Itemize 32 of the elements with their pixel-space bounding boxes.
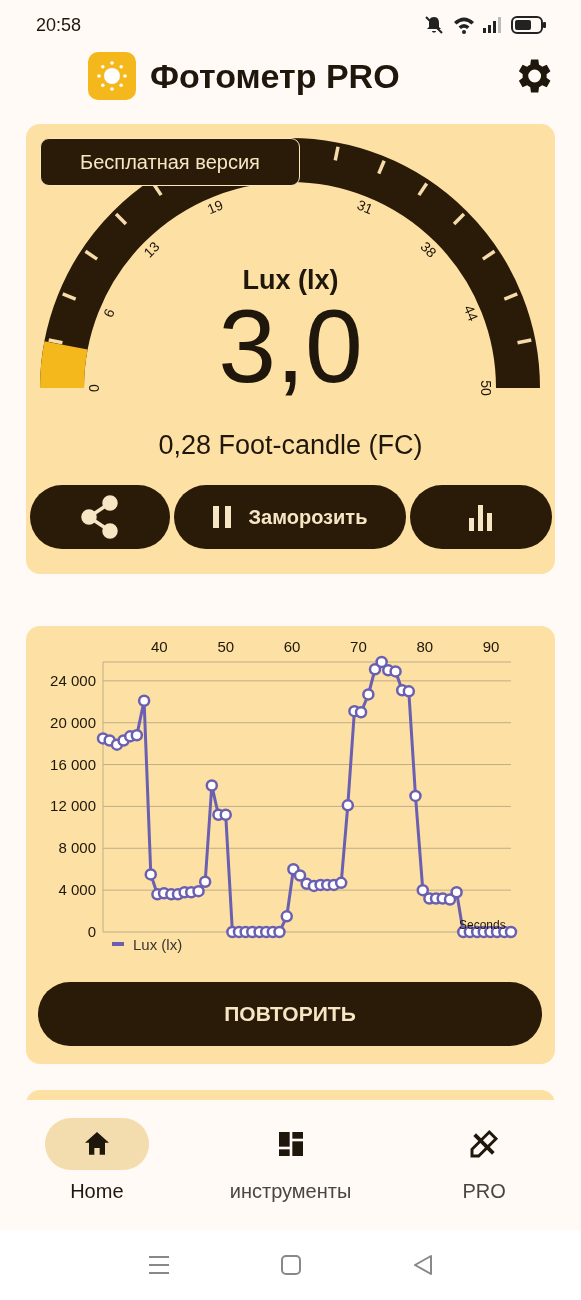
x-tick-label: 60	[283, 638, 301, 655]
scale-label: 0	[86, 384, 102, 392]
nav-item[interactable]: PRO	[387, 1118, 581, 1230]
nav-item[interactable]: инструменты	[193, 1118, 388, 1230]
y-tick-label: 24 000	[50, 671, 96, 689]
foot-candle-reading: 0,28 Foot-candle (FC)	[157, 430, 424, 461]
x-tick-label: 90	[482, 638, 500, 655]
x-tick-label: 40	[151, 638, 168, 655]
scale-label: 19	[204, 196, 226, 218]
app-title: Фотометр PRO	[150, 56, 401, 96]
x-tick-label: 70	[350, 638, 367, 655]
scale-label: 13	[140, 238, 163, 261]
status-time: 20:58	[36, 14, 82, 36]
scale-label: 38	[417, 238, 440, 261]
y-tick-label: 16 000	[50, 755, 96, 773]
nav-item[interactable]: Home	[0, 1118, 194, 1230]
unit-label: Lux (lx)	[242, 266, 339, 296]
y-tick-label: 20 000	[50, 713, 96, 731]
y-tick-label: 4 000	[58, 881, 96, 899]
y-tick-label: 12 000	[50, 797, 96, 815]
repeat-button[interactable]: ПОВТОРИТЬ	[38, 982, 542, 1046]
scale-label: 50	[478, 380, 494, 396]
scale-label: 6	[100, 306, 118, 320]
y-tick-label: 0	[87, 923, 96, 940]
y-tick-label: 8 000	[58, 839, 96, 857]
legend-label: Lux (lx)	[133, 936, 183, 953]
freeze-button[interactable]: Заморозить	[174, 485, 406, 549]
x-tick-label: 80	[416, 638, 434, 655]
free-version-badge: Бесплатная версия	[40, 138, 300, 186]
scale-label: 44	[460, 302, 482, 324]
x-tick-label: 50	[217, 638, 235, 655]
scale-label: 31	[354, 196, 376, 218]
